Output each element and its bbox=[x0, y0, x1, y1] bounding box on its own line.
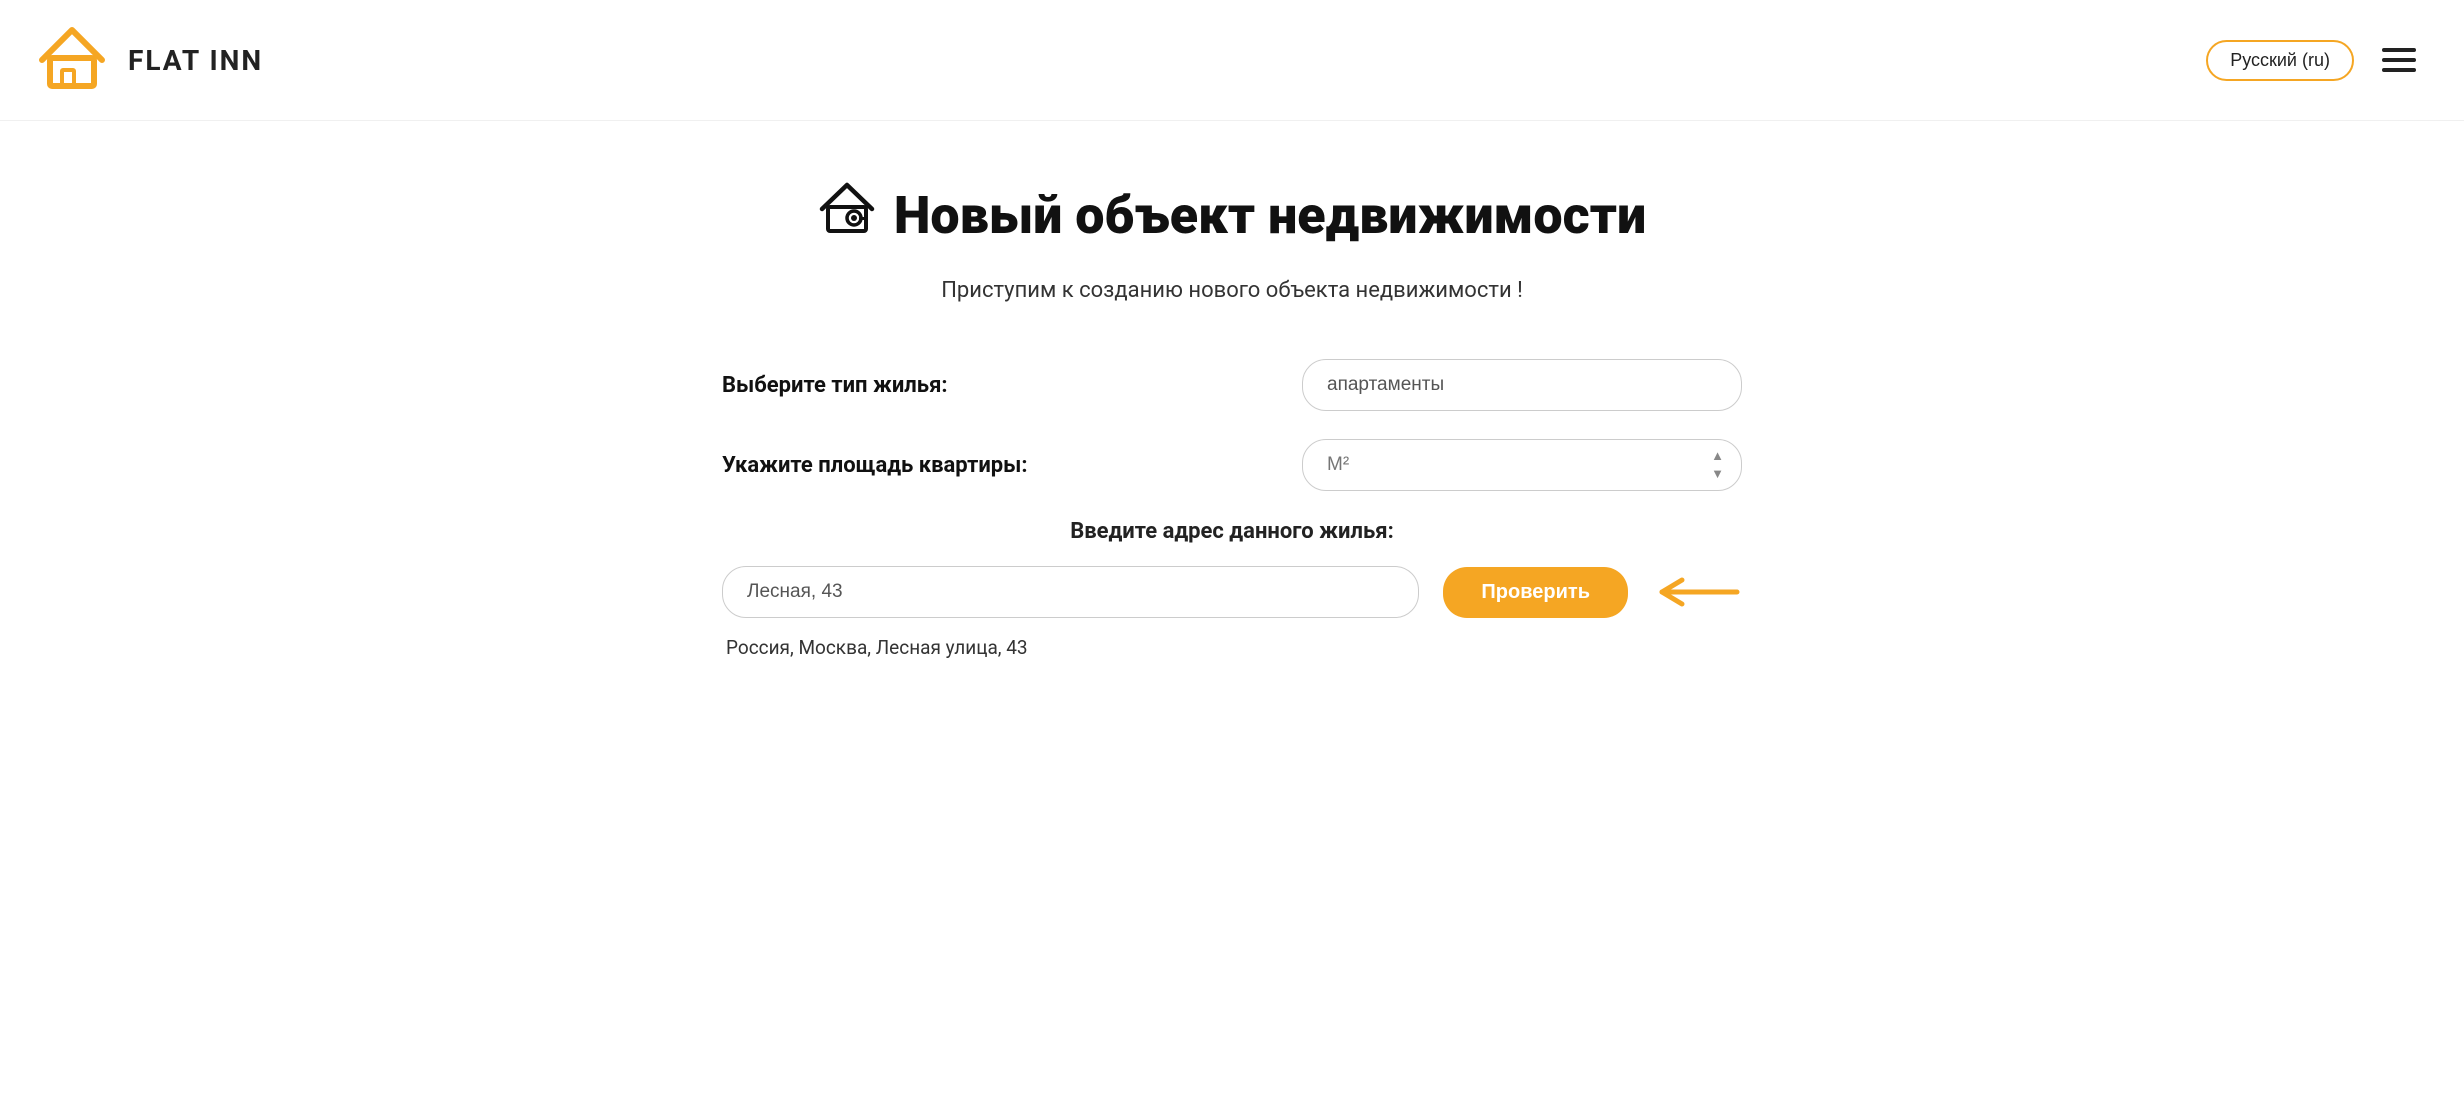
logo-area: FLAT INN bbox=[32, 18, 263, 102]
area-spinners[interactable]: ▲ ▼ bbox=[1711, 448, 1724, 482]
area-control: ▲ ▼ bbox=[1302, 439, 1742, 491]
area-input[interactable] bbox=[1302, 439, 1742, 491]
area-row: Укажите площадь квартиры: ▲ ▼ bbox=[722, 439, 1742, 491]
housing-type-label: Выберите тип жилья: bbox=[722, 373, 1042, 398]
main-content: Новый объект недвижимости Приступим к со… bbox=[682, 121, 1782, 739]
area-label: Укажите площадь квартиры: bbox=[722, 453, 1042, 478]
housing-type-control bbox=[1302, 359, 1742, 411]
spinner-up[interactable]: ▲ bbox=[1711, 448, 1724, 464]
header: FLAT INN Русский (ru) bbox=[0, 0, 2464, 121]
logo-text: FLAT INN bbox=[128, 44, 263, 77]
address-section-title: Введите адрес данного жилья: bbox=[722, 519, 1742, 544]
housing-type-input[interactable] bbox=[1302, 359, 1742, 411]
language-selector[interactable]: Русский (ru) bbox=[2206, 40, 2354, 81]
arrow-icon bbox=[1652, 574, 1742, 610]
address-section: Введите адрес данного жилья: Проверить Р… bbox=[722, 519, 1742, 659]
address-row: Проверить bbox=[722, 566, 1742, 618]
page-title: Новый объект недвижимости bbox=[894, 185, 1646, 246]
hamburger-menu[interactable] bbox=[2382, 48, 2416, 72]
logo-icon bbox=[32, 18, 112, 102]
area-input-wrap: ▲ ▼ bbox=[1302, 439, 1742, 491]
hamburger-line-1 bbox=[2382, 48, 2416, 52]
header-right: Русский (ru) bbox=[2206, 40, 2416, 81]
address-result: Россия, Москва, Лесная улица, 43 bbox=[726, 636, 1742, 659]
hamburger-line-3 bbox=[2382, 68, 2416, 72]
verify-button[interactable]: Проверить bbox=[1443, 567, 1628, 618]
address-input[interactable] bbox=[722, 566, 1419, 618]
house-key-icon bbox=[818, 181, 876, 250]
hamburger-line-2 bbox=[2382, 58, 2416, 62]
spinner-down[interactable]: ▼ bbox=[1711, 466, 1724, 482]
page-subtitle: Приступим к созданию нового объекта недв… bbox=[722, 278, 1742, 303]
page-heading: Новый объект недвижимости bbox=[722, 181, 1742, 250]
housing-type-row: Выберите тип жилья: bbox=[722, 359, 1742, 411]
